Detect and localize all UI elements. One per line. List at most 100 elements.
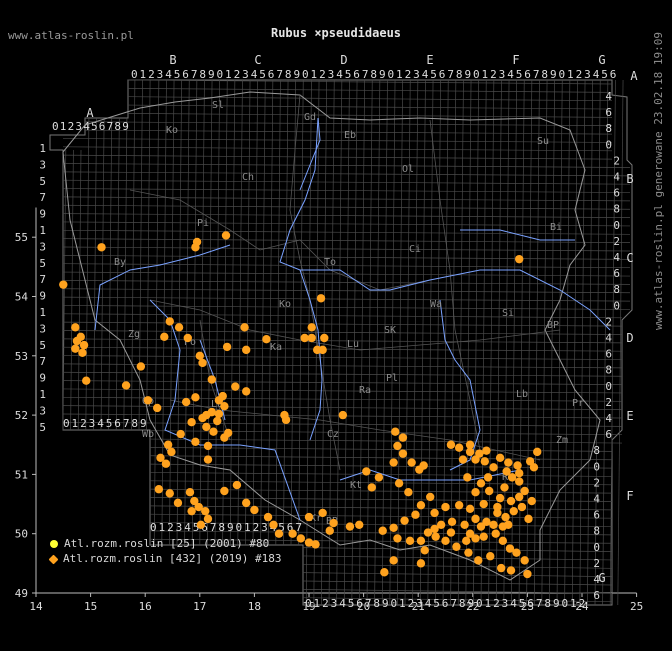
grid-digit-right: 4 [613, 171, 620, 184]
occurrence-point [187, 506, 196, 516]
grid-digit: 7 [276, 68, 283, 81]
occurrence-point [493, 502, 502, 512]
grid-digit: 9 [467, 597, 474, 610]
grid-digit: 0 [562, 597, 569, 610]
grid-digit: 3 [413, 68, 420, 81]
grid-digit: 4 [336, 68, 343, 81]
grid-digit: 7 [191, 68, 198, 81]
occurrence-point [389, 523, 398, 532]
grid-row-letter: B [626, 172, 633, 186]
grid-digit-right: 6 [605, 106, 612, 119]
occurrence-point [218, 391, 227, 401]
grid-digit: 5 [174, 68, 181, 81]
occurrence-point [416, 559, 426, 568]
grid-digit: 8 [114, 120, 121, 133]
grid-digit: 6 [527, 597, 534, 610]
grid-digit-right: 6 [613, 267, 620, 280]
grid-line [214, 79, 220, 546]
occurrence-point [222, 342, 232, 352]
grid-digit: 7 [123, 417, 130, 430]
grid-digit: 9 [122, 120, 129, 133]
grid-line [191, 79, 198, 546]
occurrence-point [71, 344, 80, 353]
grid-digit: 0 [302, 68, 309, 81]
occurrence-point [460, 520, 469, 530]
grid-digit: 5 [259, 68, 266, 81]
grid-digit: 2 [322, 597, 329, 610]
grid-digit: 8 [541, 68, 548, 81]
occurrence-point [262, 334, 271, 344]
occurrence-point [242, 345, 251, 355]
region-label: Bi [550, 222, 562, 233]
occurrence-point [154, 485, 164, 494]
grid-digit: 8 [456, 68, 463, 81]
grid-line [62, 138, 613, 143]
occurrence-point [419, 461, 428, 470]
occurrence-point [72, 336, 82, 346]
grid-line [267, 79, 274, 546]
occurrence-point [71, 323, 80, 332]
occurrence-point [221, 231, 231, 240]
grid-digit-right: 6 [605, 348, 612, 361]
occurrence-point [496, 563, 506, 573]
grid-digit-left: 5 [39, 339, 46, 352]
y-tick-label: 53 [15, 350, 28, 363]
grid-digit: 4 [339, 597, 346, 610]
legend-label-2019: Atl.rozm.roslin [432] (2019) #183 [63, 552, 282, 565]
occurrence-point [362, 467, 371, 476]
occurrence-point [489, 520, 498, 530]
occurrence-point [176, 429, 185, 439]
occurrence-point [231, 382, 240, 391]
occurrence-point [207, 375, 217, 384]
occurrence-point [173, 498, 183, 508]
grid-digit: 3 [176, 521, 183, 534]
occurrence-point [318, 345, 327, 355]
occurrence-point [512, 548, 521, 557]
region-label: Wa [430, 299, 442, 310]
grid-line [169, 79, 175, 546]
occurrence-point [307, 323, 316, 332]
grid-digit: 6 [356, 597, 363, 610]
grid-col-letter: G [598, 53, 605, 67]
occurrence-point [202, 410, 211, 420]
occurrence-point [452, 542, 461, 551]
grid-line [62, 338, 623, 344]
occurrence-point [446, 440, 456, 449]
grid-digit-left: 1 [39, 306, 46, 319]
generated-stamp: www.atlas-roslin.pl generowane 23.02.18 … [652, 31, 665, 330]
grid-line [62, 229, 631, 235]
occurrence-point [307, 333, 316, 343]
region-label: BP [547, 320, 559, 331]
occurrence-point [165, 489, 174, 498]
occurrence-point [203, 455, 213, 464]
grid-digit: 8 [544, 597, 551, 610]
occurrence-point [484, 486, 494, 496]
grid-digit-left: 3 [39, 240, 46, 253]
occurrence-point [59, 280, 68, 289]
occurrence-point [416, 536, 426, 546]
occurrence-point [288, 529, 297, 538]
x-tick-label: 25 [630, 600, 643, 613]
grid-digit: 9 [208, 68, 215, 81]
occurrence-point [220, 402, 229, 411]
grid-row-letter: F [626, 489, 633, 503]
grid-digit: 4 [510, 597, 517, 610]
grid-line [207, 79, 213, 546]
grid-digit: 6 [439, 68, 446, 81]
grid-digit: 2 [405, 68, 412, 81]
grid-digit: 9 [293, 68, 300, 81]
grid-digit: 2 [493, 597, 500, 610]
occurrence-point [320, 333, 329, 343]
grid-line [115, 117, 120, 431]
grid-line [149, 455, 613, 461]
grid-line [62, 146, 613, 152]
occurrence-point [463, 473, 472, 482]
occurrence-point [436, 520, 446, 530]
grid-digit: 2 [490, 68, 497, 81]
grid-digit: 5 [106, 417, 113, 430]
grid-digit-right: 4 [605, 90, 612, 103]
grid-digit: 0 [52, 120, 59, 133]
grid-row-letter: C [626, 251, 633, 265]
grid-digit: 0 [131, 68, 138, 81]
grid-digit-left: 9 [39, 208, 46, 221]
